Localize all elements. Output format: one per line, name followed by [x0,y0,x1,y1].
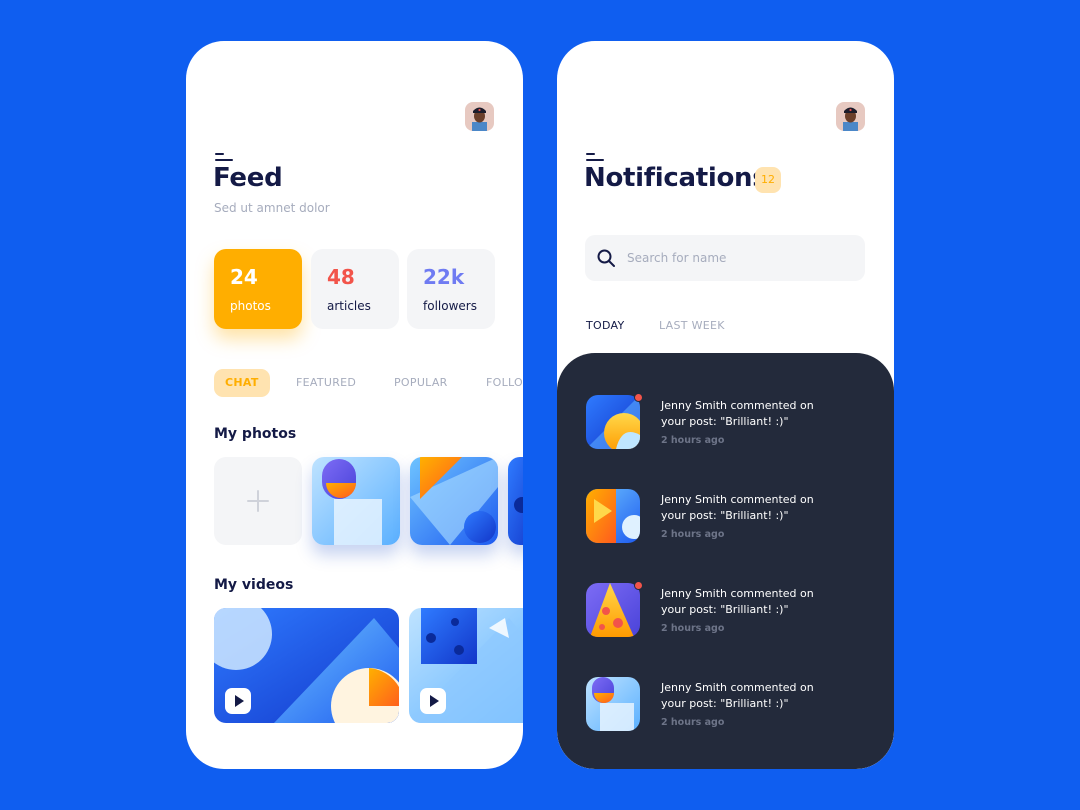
notification-count-badge: 12 [755,167,781,193]
stat-photos-card[interactable]: 24 photos [214,249,302,329]
add-photo-button[interactable] [214,457,302,545]
menu-icon[interactable] [215,153,235,163]
my-videos-title: My videos [214,577,294,593]
page-title: Notifications [584,163,768,193]
video-card[interactable] [214,608,399,723]
tab-last-week[interactable]: LAST WEEK [659,319,725,332]
photos-row [214,457,523,547]
notification-thumbnail [586,677,640,731]
plus-icon [247,490,269,512]
my-photos-title: My photos [214,426,297,442]
notification-text: Jenny Smith commented on your post: "Bri… [661,493,814,522]
notification-item[interactable]: Jenny Smith commented on your post: "Bri… [586,393,876,451]
tab-today[interactable]: TODAY [586,319,625,332]
stat-label: followers [423,299,477,313]
play-icon[interactable] [420,688,446,714]
notifications-list: Jenny Smith commented on your post: "Bri… [557,353,894,769]
notification-time: 2 hours ago [661,435,725,446]
stat-label: photos [230,299,271,313]
notification-item[interactable]: Jenny Smith commented on your post: "Bri… [586,489,876,545]
stat-followers-card[interactable]: 22k followers [407,249,495,329]
notification-text: Jenny Smith commented on your post: "Bri… [661,587,814,616]
notification-thumbnail [586,395,640,449]
video-card[interactable] [409,608,523,723]
page-title: Feed [213,163,283,193]
page-subtitle: Sed ut amnet dolor [214,201,330,215]
stat-value: 48 [327,265,355,289]
tab-chat[interactable]: CHAT [214,369,270,397]
notification-item[interactable]: Jenny Smith commented on your post: "Bri… [586,677,876,733]
unread-dot [634,393,643,402]
avatar[interactable] [836,102,865,131]
stat-value: 24 [230,265,258,289]
photo-thumbnail[interactable] [410,457,498,545]
stat-label: articles [327,299,371,313]
avatar[interactable] [465,102,494,131]
notification-time: 2 hours ago [661,529,725,540]
search-input[interactable] [627,235,847,281]
photo-thumbnail[interactable] [312,457,400,545]
search-icon [597,249,615,267]
tab-featured[interactable]: FEATURED [296,369,356,397]
notification-thumbnail [586,489,640,543]
notification-time: 2 hours ago [661,717,725,728]
unread-dot [634,581,643,590]
menu-icon[interactable] [586,153,606,163]
photo-thumbnail[interactable] [508,457,523,545]
notification-thumbnail [586,583,640,637]
stat-value: 22k [423,265,465,289]
notification-text: Jenny Smith commented on your post: "Bri… [661,681,814,710]
notifications-screen: Notifications 12 TODAY LAST WEEK Jenny S… [557,41,894,769]
stat-articles-card[interactable]: 48 articles [311,249,399,329]
tab-popular[interactable]: POPULAR [394,369,448,397]
notification-text: Jenny Smith commented on your post: "Bri… [661,399,814,428]
notification-item[interactable]: Jenny Smith commented on your post: "Bri… [586,581,876,639]
tab-following[interactable]: FOLLO [486,369,523,397]
play-icon[interactable] [225,688,251,714]
search-bar[interactable] [585,235,865,281]
videos-row [214,608,523,728]
feed-screen: Feed Sed ut amnet dolor 24 photos 48 art… [186,41,523,769]
notification-time: 2 hours ago [661,623,725,634]
